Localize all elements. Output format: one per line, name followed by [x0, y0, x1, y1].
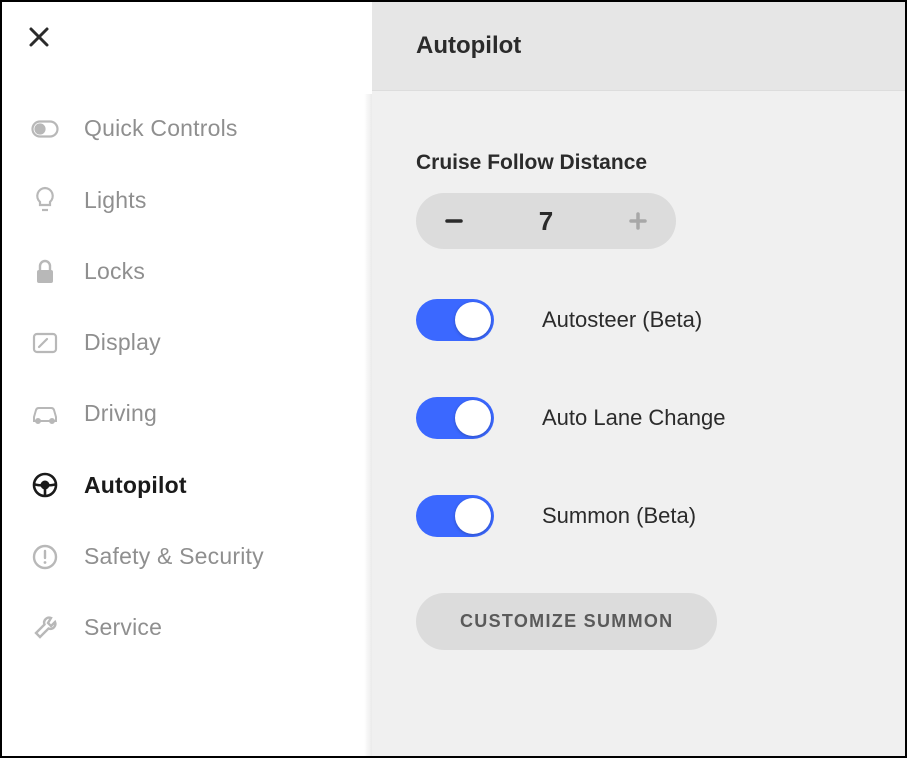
cruise-distance-label: Cruise Follow Distance: [416, 151, 861, 175]
close-icon: [28, 26, 50, 48]
main-header: Autopilot: [372, 2, 905, 91]
settings-sidebar: Quick Controls Lights Locks: [2, 2, 372, 756]
toggle-icon: [30, 120, 60, 138]
toggle-row-summon: Summon (Beta): [416, 495, 861, 537]
sidebar-item-label: Service: [84, 614, 162, 641]
sidebar-item-driving[interactable]: Driving: [2, 378, 372, 449]
plus-icon: [627, 210, 649, 232]
toggle-label: Auto Lane Change: [542, 405, 726, 431]
customize-summon-button[interactable]: CUSTOMIZE SUMMON: [416, 593, 717, 650]
close-button[interactable]: [24, 22, 54, 52]
sidebar-item-locks[interactable]: Locks: [2, 236, 372, 307]
toggle-row-autosteer: Autosteer (Beta): [416, 299, 861, 341]
cruise-distance-stepper: 7: [416, 193, 676, 249]
sidebar-item-label: Display: [84, 329, 161, 356]
sidebar-item-display[interactable]: Display: [2, 307, 372, 378]
page-title: Autopilot: [416, 32, 861, 60]
wrench-icon: [30, 615, 60, 641]
close-area: [2, 2, 372, 93]
wheel-icon: [30, 471, 60, 499]
nav-list: Quick Controls Lights Locks: [2, 93, 372, 663]
bulb-icon: [30, 186, 60, 214]
toggle-label: Autosteer (Beta): [542, 307, 702, 333]
sidebar-item-service[interactable]: Service: [2, 592, 372, 663]
cruise-distance-value: 7: [539, 206, 553, 237]
car-icon: [30, 404, 60, 424]
sidebar-item-label: Driving: [84, 400, 157, 427]
minus-icon: [443, 210, 465, 232]
lock-icon: [30, 259, 60, 285]
sidebar-item-label: Lights: [84, 187, 147, 214]
summon-toggle[interactable]: [416, 495, 494, 537]
toggle-row-auto-lane-change: Auto Lane Change: [416, 397, 861, 439]
increase-button[interactable]: [618, 201, 658, 241]
sidebar-item-label: Locks: [84, 258, 145, 285]
alert-icon: [30, 544, 60, 570]
main-panel: Autopilot Cruise Follow Distance 7 Autos…: [372, 2, 905, 756]
sidebar-item-lights[interactable]: Lights: [2, 164, 372, 236]
decrease-button[interactable]: [434, 201, 474, 241]
sidebar-item-label: Autopilot: [84, 472, 187, 499]
toggle-label: Summon (Beta): [542, 503, 696, 529]
sidebar-item-label: Safety & Security: [84, 543, 264, 570]
autosteer-toggle[interactable]: [416, 299, 494, 341]
auto-lane-change-toggle[interactable]: [416, 397, 494, 439]
sidebar-item-label: Quick Controls: [84, 115, 238, 142]
sidebar-item-quick-controls[interactable]: Quick Controls: [2, 93, 372, 164]
main-body: Cruise Follow Distance 7 Autosteer (Beta…: [372, 91, 905, 680]
sidebar-item-autopilot[interactable]: Autopilot: [2, 449, 372, 521]
display-icon: [30, 332, 60, 354]
sidebar-item-safety-security[interactable]: Safety & Security: [2, 521, 372, 592]
